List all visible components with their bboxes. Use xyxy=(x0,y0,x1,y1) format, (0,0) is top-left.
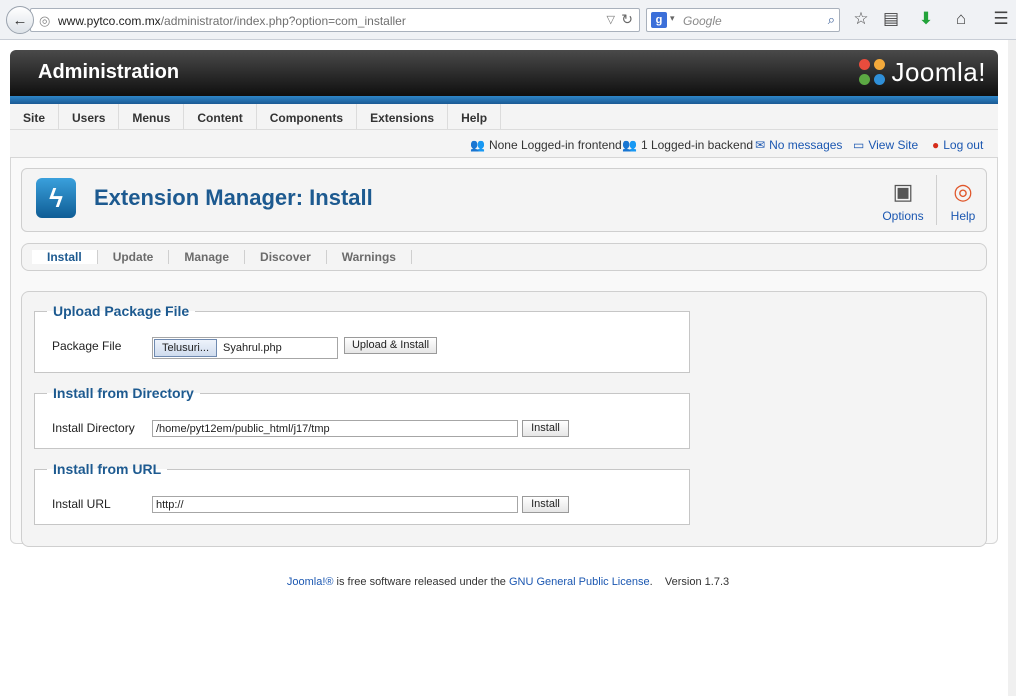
install-directory-label: Install Directory xyxy=(52,421,135,435)
monitor-icon: ▭ xyxy=(853,138,865,152)
search-icon[interactable]: ⌕ xyxy=(828,12,835,28)
install-url-input[interactable] xyxy=(152,496,518,513)
menu-item-users[interactable]: Users xyxy=(59,104,120,130)
dropdown-caret-icon[interactable]: ▾ xyxy=(670,13,675,24)
joomla-logo: Joomla! xyxy=(859,57,986,88)
page-scrollbar[interactable] xyxy=(1008,40,1016,696)
tab-warnings[interactable]: Warnings xyxy=(327,250,412,264)
upload-install-button[interactable]: Upload & Install xyxy=(344,337,437,354)
joomla-logo-icon xyxy=(859,58,887,87)
version-text: Version 1.7.3 xyxy=(664,576,730,588)
messages-link[interactable]: ✉ No messages xyxy=(755,138,842,152)
page-footer: Joomla!® is free software released under… xyxy=(0,576,1016,588)
admin-header: Administration Joomla! xyxy=(10,50,998,96)
tab-update[interactable]: Update xyxy=(98,250,170,264)
menu-icon[interactable]: ☰ xyxy=(990,9,1012,29)
google-icon: g xyxy=(651,12,667,28)
globe-icon: ◎ xyxy=(39,13,51,28)
page-header-title: Administration xyxy=(38,61,180,83)
package-file-label: Package File xyxy=(52,339,122,353)
menu-item-help[interactable]: Help xyxy=(448,104,502,130)
install-url-button[interactable]: Install xyxy=(522,496,569,513)
back-arrow-icon: ← xyxy=(12,11,28,29)
help-button[interactable]: ◎ Help xyxy=(938,177,988,223)
selected-file-name: Syahrul.php xyxy=(223,342,282,354)
admin-panel: Administration Joomla! Site Users Menus … xyxy=(10,50,998,547)
main-menu: Site Users Menus Content Components Exte… xyxy=(10,104,998,130)
download-icon[interactable]: ⬇ xyxy=(915,9,937,29)
logout-icon: ● xyxy=(932,138,940,152)
browser-toolbar: ◎ www.pytco.com.mx/administrator/index.p… xyxy=(0,0,1016,40)
reading-list-icon[interactable]: ▤ xyxy=(880,9,902,29)
tab-install[interactable]: Install xyxy=(32,250,98,264)
license-link[interactable]: GNU General Public License xyxy=(509,576,650,588)
submenu-tabs: Install Update Manage Discover Warnings xyxy=(21,243,987,271)
back-button[interactable]: ← xyxy=(6,6,34,34)
mail-icon: ✉ xyxy=(755,138,766,152)
backend-users-status: 👥 1 Logged-in backend xyxy=(622,138,754,152)
menu-item-extensions[interactable]: Extensions xyxy=(357,104,449,130)
menu-item-components[interactable]: Components xyxy=(257,104,358,130)
logout-link[interactable]: ● Log out xyxy=(932,138,983,152)
bookmark-star-icon[interactable]: ☆ xyxy=(850,9,872,29)
options-icon: ▣ xyxy=(892,179,914,204)
tab-discover[interactable]: Discover xyxy=(245,250,327,264)
footer-text: is free software released under the xyxy=(333,576,509,588)
view-site-link[interactable]: ▭ View Site xyxy=(853,138,918,152)
status-bar: 👥 None Logged-in frontend 👥 1 Logged-in ba… xyxy=(10,130,998,158)
install-url-fieldset: Install from URL Install URL Install xyxy=(34,461,690,525)
users-icon: 👥 xyxy=(622,138,637,152)
footer-period: . xyxy=(649,576,653,588)
install-directory-legend: Install from Directory xyxy=(53,385,194,401)
frontend-users-status: 👥 None Logged-in frontend xyxy=(470,138,622,152)
joomla-link[interactable]: Joomla!® xyxy=(287,576,334,588)
main-content: ϟ Extension Manager: Install ▣ Options ◎… xyxy=(10,158,998,547)
chevron-down-icon[interactable]: ▽ xyxy=(607,13,615,26)
search-placeholder: Google xyxy=(683,14,722,28)
install-directory-button[interactable]: Install xyxy=(522,420,569,437)
install-directory-fieldset: Install from Directory Install Directory… xyxy=(34,385,690,449)
home-icon[interactable]: ⌂ xyxy=(950,9,972,29)
toolbar-divider xyxy=(936,175,937,225)
url-text: www.pytco.com.mx/administrator/index.php… xyxy=(58,14,406,28)
reload-icon[interactable]: ↻ xyxy=(621,11,633,28)
install-url-legend: Install from URL xyxy=(53,461,162,477)
browse-button[interactable]: Telusuri... xyxy=(154,339,217,357)
search-input[interactable]: g ▾ Google ⌕ xyxy=(646,8,840,32)
menu-item-content[interactable]: Content xyxy=(184,104,257,130)
package-file-input[interactable]: Telusuri... Syahrul.php xyxy=(152,337,338,359)
install-url-label: Install URL xyxy=(52,497,111,511)
menu-item-menus[interactable]: Menus xyxy=(119,104,185,130)
menu-item-site[interactable]: Site xyxy=(10,104,60,130)
install-form: Upload Package File Package File Telusur… xyxy=(21,291,987,547)
address-bar[interactable]: ◎ www.pytco.com.mx/administrator/index.p… xyxy=(30,8,640,32)
tab-manage[interactable]: Manage xyxy=(169,250,246,264)
page-toolbar: ϟ Extension Manager: Install ▣ Options ◎… xyxy=(21,168,987,232)
upload-package-fieldset: Upload Package File Package File Telusur… xyxy=(34,303,690,373)
page-title: Extension Manager: Install xyxy=(94,185,373,210)
install-directory-input[interactable] xyxy=(152,420,518,437)
joomla-logo-text: Joomla! xyxy=(891,57,986,87)
upload-package-legend: Upload Package File xyxy=(53,303,190,319)
extension-manager-icon: ϟ xyxy=(36,178,76,218)
lifebuoy-icon: ◎ xyxy=(953,179,973,204)
header-accent-strip xyxy=(10,96,998,104)
options-button[interactable]: ▣ Options xyxy=(878,177,928,223)
users-icon: 👥 xyxy=(470,138,485,152)
